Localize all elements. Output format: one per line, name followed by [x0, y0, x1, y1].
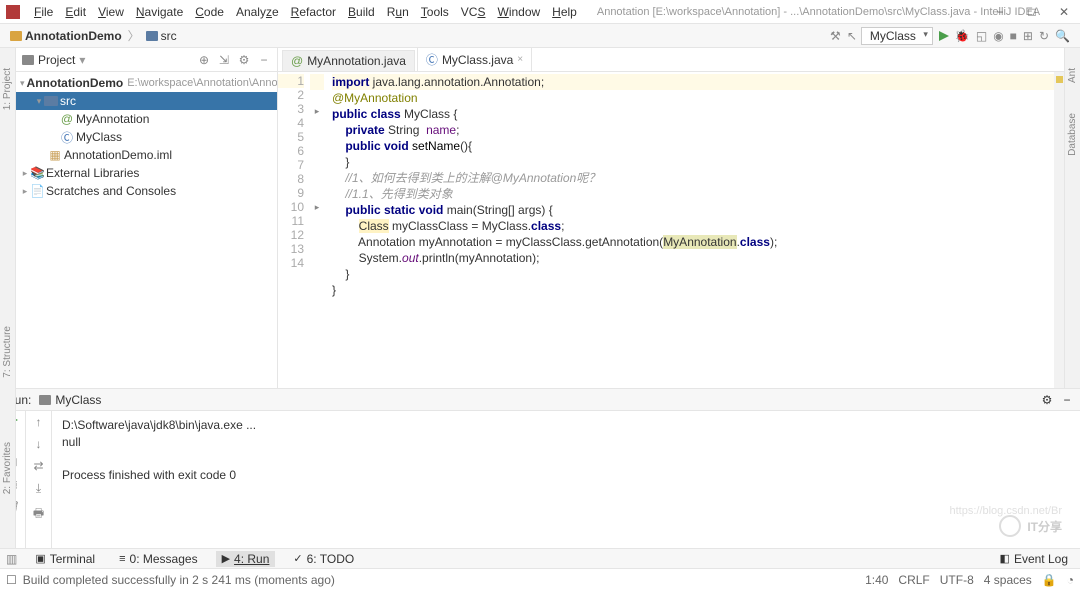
tab-todo[interactable]: ✓ 6: TODO: [287, 551, 360, 567]
breadcrumb-src[interactable]: src: [142, 29, 181, 43]
editor-tabs: @MyAnnotation.java ⒸMyClass.java×: [278, 48, 1064, 72]
profile-button[interactable]: ◉: [993, 29, 1003, 43]
menu-navigate[interactable]: Navigate: [130, 3, 189, 21]
breadcrumb-bar: AnnotationDemo 〉 src ⚒ ↖ MyClass 🐞 ◱ ◉ ■…: [0, 24, 1080, 48]
cursor-position[interactable]: 1:40: [865, 573, 888, 587]
project-pane: Project▾ ⊕ ⇲ ⚙ − ▾AnnotationDemoE:\works…: [16, 48, 278, 388]
hide-icon[interactable]: −: [1060, 393, 1074, 407]
tool-icon-1[interactable]: ⊞: [1023, 29, 1033, 43]
menu-help[interactable]: Help: [546, 3, 583, 21]
nav-back-icon[interactable]: ↖: [847, 29, 857, 43]
tab-myannotation[interactable]: @MyAnnotation.java: [282, 50, 415, 71]
tree-root[interactable]: ▾AnnotationDemoE:\workspace\Annotation\A…: [16, 74, 277, 92]
print-icon[interactable]: 🖶: [33, 504, 44, 525]
tab-terminal[interactable]: ▣ Terminal: [29, 551, 101, 567]
gutter-marks: ▸▸: [310, 72, 324, 388]
window-title: Annotation [E:\workspace\Annotation] - .…: [597, 6, 1040, 18]
menu-build[interactable]: Build: [342, 3, 381, 21]
app-icon: [6, 5, 20, 19]
menu-refactor[interactable]: Refactor: [285, 3, 342, 21]
gear-icon[interactable]: ⚙: [1040, 393, 1054, 407]
locate-icon[interactable]: ⊕: [197, 53, 211, 67]
tree-src[interactable]: ▾src: [16, 92, 277, 110]
warning-mark[interactable]: [1056, 76, 1063, 83]
menu-file[interactable]: File: [28, 3, 59, 21]
menu-view[interactable]: View: [92, 3, 130, 21]
lock-icon[interactable]: 🔒: [1042, 573, 1057, 587]
menu-run[interactable]: Run: [381, 3, 415, 21]
encoding[interactable]: UTF-8: [940, 573, 974, 587]
run-pane: Run: MyClass ⚙ − ■ ⊞ ⎘ 🗑 » ↑ ↓ ⇄ ⤓ 🖶 D:\…: [0, 388, 1080, 548]
menu-tools[interactable]: Tools: [415, 3, 455, 21]
run-tool-col-2: ↑ ↓ ⇄ ⤓ 🖶: [26, 411, 52, 548]
search-icon[interactable]: 🔍: [1055, 29, 1070, 43]
breadcrumb-root[interactable]: AnnotationDemo: [6, 29, 126, 43]
run-button[interactable]: [939, 31, 949, 41]
tab-messages[interactable]: ≡ 0: Messages: [113, 551, 203, 567]
tab-myclass[interactable]: ⒸMyClass.java×: [417, 47, 532, 71]
bottom-tabs: ▥ ▣ Terminal ≡ 0: Messages ▶ 4: Run ✓ 6:…: [0, 548, 1080, 568]
console-output[interactable]: D:\Software\java\jdk8\bin\java.exe ... n…: [52, 411, 1080, 548]
tab-run[interactable]: ▶ 4: Run: [216, 551, 276, 567]
left-rail: 1: Project 7: Structure: [0, 48, 16, 388]
inspector-icon[interactable]: ◔: [1067, 573, 1074, 587]
pane-title-text: Project: [38, 53, 75, 67]
left-rail-lower: 2: Favorites: [0, 388, 16, 548]
hide-icon[interactable]: −: [257, 53, 271, 67]
menu-vcs[interactable]: VCS: [455, 3, 492, 21]
code-content[interactable]: import java.lang.annotation.Annotation;@…: [324, 72, 1054, 388]
menubar: File Edit View Navigate Code Analyze Ref…: [0, 0, 1080, 24]
error-strip[interactable]: [1054, 72, 1064, 388]
tab-eventlog[interactable]: ◧ Event Log: [994, 551, 1074, 567]
rail-structure[interactable]: 7: Structure: [2, 326, 13, 378]
menu-analyze[interactable]: Analyze: [230, 3, 285, 21]
indent[interactable]: 4 spaces: [984, 573, 1032, 587]
scroll-icon[interactable]: ⤓: [36, 481, 41, 496]
line-gutter: 1234567891011121314: [278, 72, 310, 388]
code-editor[interactable]: 1234567891011121314 ▸▸ import java.lang.…: [278, 72, 1064, 388]
status-icon: ☐: [6, 573, 17, 587]
run-config-name: MyClass: [55, 393, 101, 407]
project-header: Project▾ ⊕ ⇲ ⚙ −: [16, 48, 277, 72]
rail-ant[interactable]: Ant: [1067, 68, 1078, 83]
rail-database[interactable]: Database: [1067, 113, 1078, 156]
debug-button[interactable]: 🐞: [955, 29, 970, 43]
watermark: IT分享: [999, 515, 1062, 537]
menu-window[interactable]: Window: [491, 3, 546, 21]
close-icon[interactable]: ×: [517, 54, 523, 65]
menu-code[interactable]: Code: [189, 3, 230, 21]
right-rail: Ant Database: [1064, 48, 1080, 388]
project-tree: ▾AnnotationDemoE:\workspace\Annotation\A…: [16, 72, 277, 202]
status-bar: ☐ Build completed successfully in 2 s 24…: [0, 568, 1080, 590]
run-header: Run: MyClass ⚙ −: [0, 389, 1080, 411]
tool-icon-2[interactable]: ↻: [1039, 29, 1049, 43]
collapse-icon[interactable]: ⇲: [217, 53, 231, 67]
rail-project[interactable]: 1: Project: [2, 68, 13, 110]
close-button[interactable]: ✕: [1048, 0, 1080, 24]
minimize-button[interactable]: −: [984, 0, 1016, 24]
tree-scratch[interactable]: ▸📄Scratches and Consoles: [16, 182, 277, 200]
stop-button[interactable]: ■: [1010, 29, 1017, 43]
editor-area: @MyAnnotation.java ⒸMyClass.java× 123456…: [278, 48, 1064, 388]
down-icon[interactable]: ↓: [36, 437, 42, 451]
tree-file[interactable]: ⒸMyClass: [16, 128, 277, 146]
watermark-icon: [999, 515, 1021, 537]
gear-icon[interactable]: ⚙: [237, 53, 251, 67]
up-icon[interactable]: ↑: [36, 415, 42, 429]
coverage-button[interactable]: ◱: [976, 29, 987, 43]
menu-edit[interactable]: Edit: [59, 3, 92, 21]
main-area: 1: Project 7: Structure Project▾ ⊕ ⇲ ⚙ −…: [0, 48, 1080, 388]
rail-favorites[interactable]: 2: Favorites: [2, 442, 13, 494]
wrap-icon[interactable]: ⇄: [33, 459, 43, 473]
tree-file[interactable]: ▦AnnotationDemo.iml: [16, 146, 277, 164]
tree-file[interactable]: @MyAnnotation: [16, 110, 277, 128]
hammer-icon[interactable]: ⚒: [830, 29, 841, 43]
breadcrumb-sep: 〉: [128, 27, 140, 44]
status-message: Build completed successfully in 2 s 241 …: [23, 573, 335, 587]
tool-window-icon[interactable]: ▥: [6, 552, 17, 566]
tree-ext-lib[interactable]: ▸📚External Libraries: [16, 164, 277, 182]
line-sep[interactable]: CRLF: [898, 573, 929, 587]
maximize-button[interactable]: □: [1016, 0, 1048, 24]
run-config-dropdown[interactable]: MyClass: [861, 27, 933, 45]
